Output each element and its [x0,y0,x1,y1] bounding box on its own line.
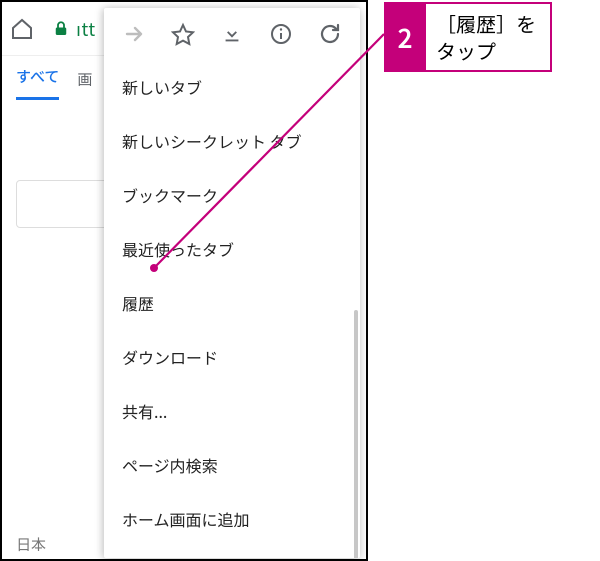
menu-item-bookmarks[interactable]: ブックマーク [104,168,360,222]
menu-item-history[interactable]: 履歴 [104,276,360,330]
menu-item-new-tab[interactable]: 新しいタブ [104,60,360,114]
menu-item-add-to-home[interactable]: ホーム画面に追加 [104,492,360,546]
home-icon[interactable] [10,17,34,41]
forward-icon[interactable] [112,22,156,46]
menu-item-share[interactable]: 共有... [104,384,360,438]
star-icon[interactable] [161,22,205,46]
menu-item-find-in-page[interactable]: ページ内検索 [104,438,360,492]
footer-region: 日本 [16,534,46,555]
lock-icon [52,20,70,38]
tab-images[interactable]: 画 [77,69,92,100]
menu-scrollbar[interactable] [354,310,358,558]
info-icon[interactable] [259,22,303,46]
phone-frame: ıtt すべて 画 日本 新しいタブ [0,0,368,561]
url-fragment[interactable]: ıtt [76,16,96,42]
menu-item-new-incognito[interactable]: 新しいシークレット タブ [104,114,360,168]
menu-item-label: 共有... [122,399,167,423]
callout-step-number: 2 [384,2,426,72]
menu-item-desktop-site[interactable]: PC 版サイト [104,546,360,558]
reload-icon[interactable] [308,22,352,46]
menu-item-label: ブックマーク [122,183,218,207]
menu-list: 新しいタブ 新しいシークレット タブ ブックマーク 最近使ったタブ 履歴 ダウン… [104,60,360,558]
menu-item-label: 新しいシークレット タブ [122,129,302,153]
menu-item-label: ダウンロード [122,345,218,369]
overflow-menu: 新しいタブ 新しいシークレット タブ ブックマーク 最近使ったタブ 履歴 ダウン… [104,8,360,558]
menu-item-label: 新しいタブ [122,75,202,99]
menu-toolbar [104,8,360,60]
callout-text: ［履歴］を タップ [426,2,552,72]
tab-all[interactable]: すべて [16,66,59,100]
menu-item-downloads[interactable]: ダウンロード [104,330,360,384]
menu-item-label: ページ内検索 [122,453,218,477]
download-icon[interactable] [210,23,254,45]
menu-item-label: ホーム画面に追加 [122,507,250,531]
menu-item-label: 履歴 [122,291,154,315]
menu-item-label: 最近使ったタブ [122,237,234,261]
menu-item-recent-tabs[interactable]: 最近使ったタブ [104,222,360,276]
instruction-callout: 2 ［履歴］を タップ [384,2,552,72]
